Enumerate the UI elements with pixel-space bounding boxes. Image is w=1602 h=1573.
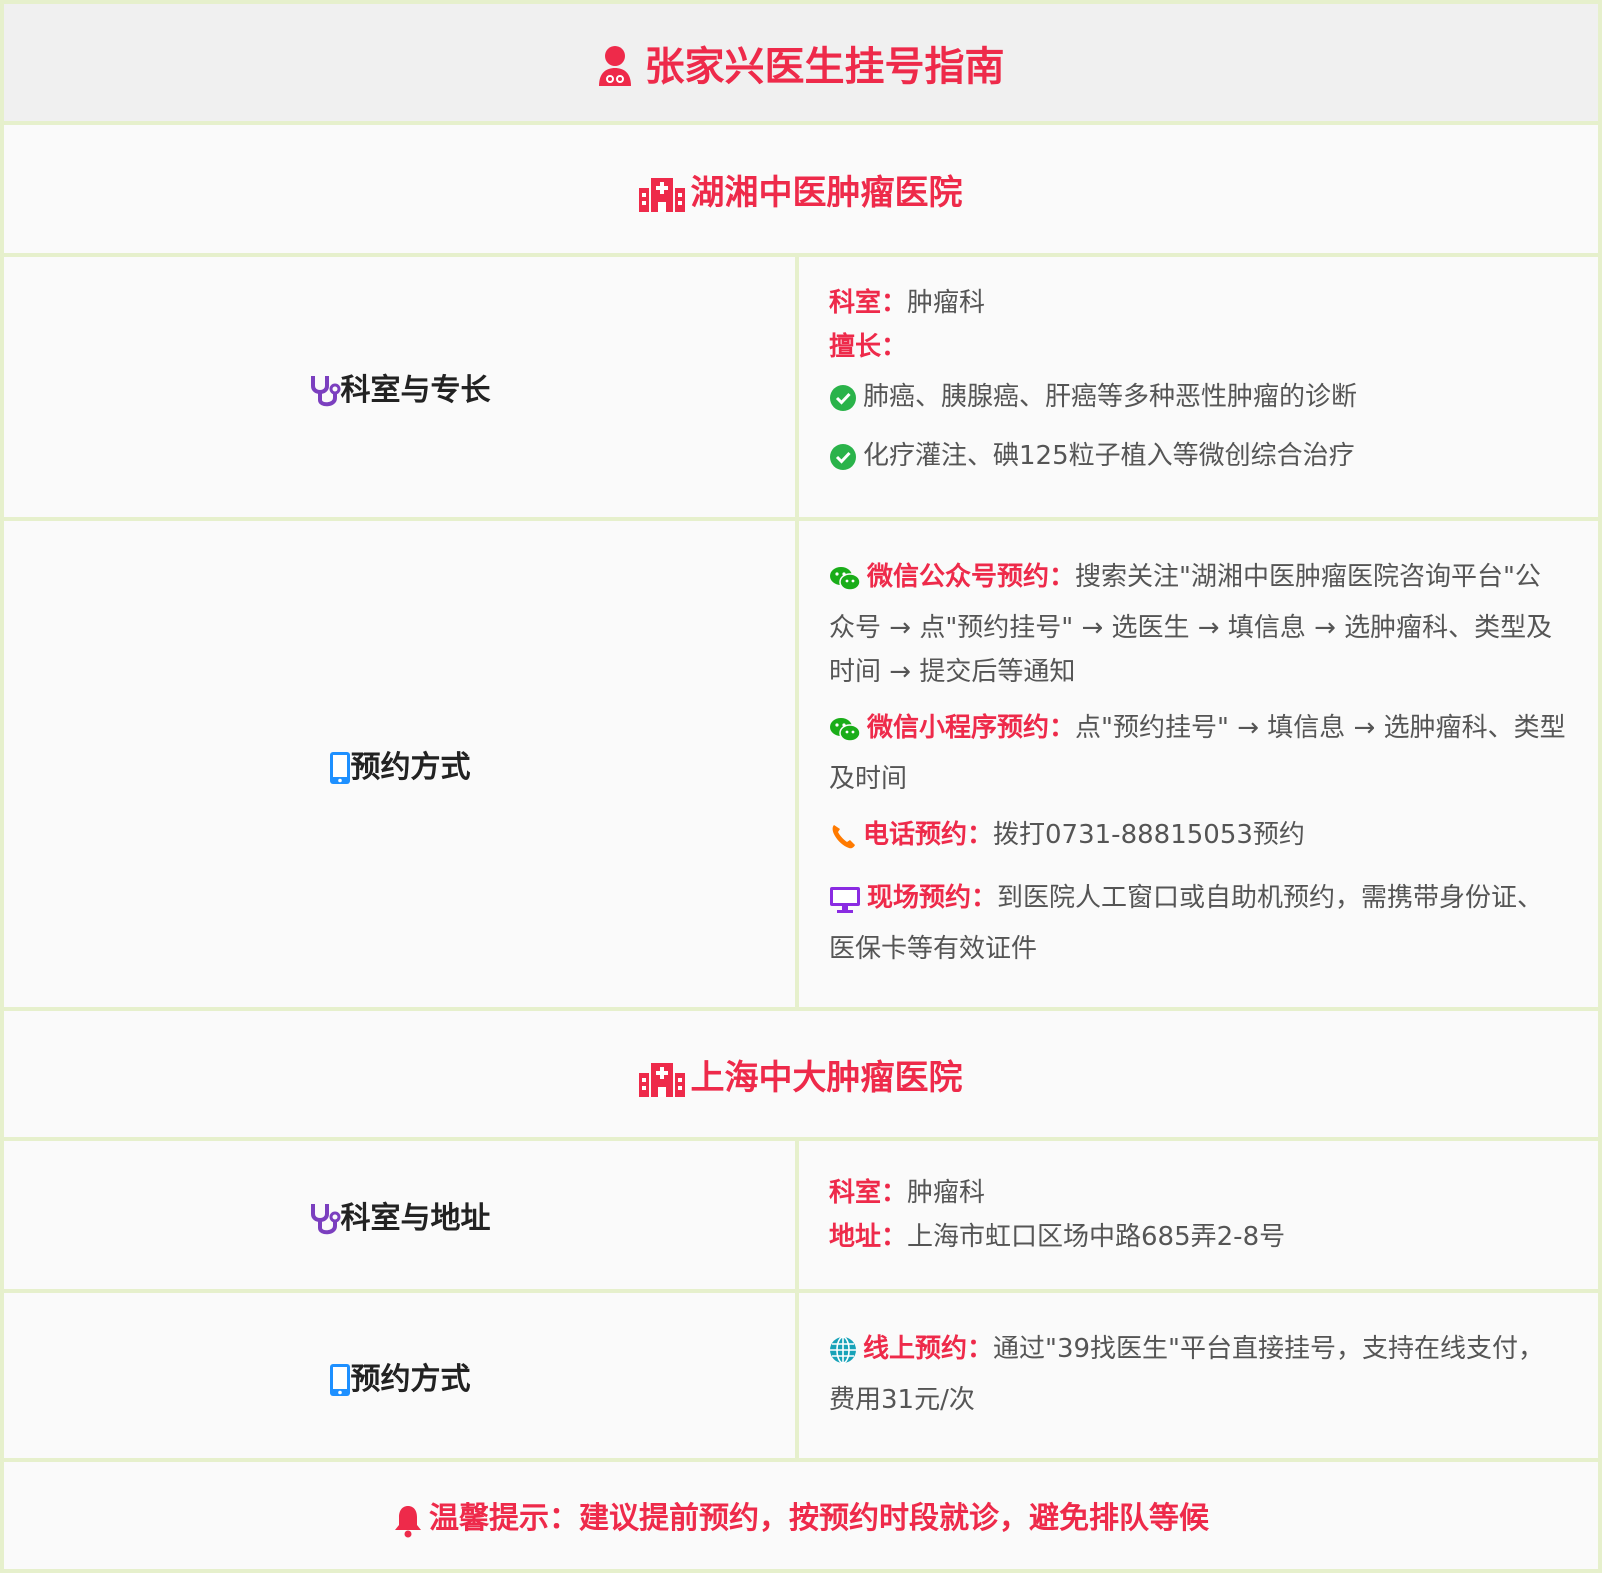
stethoscope-icon bbox=[309, 374, 341, 408]
dept-info-cell: 科室：肿瘤科 地址：上海市虹口区场中路685弄2-8号 bbox=[795, 1137, 1602, 1293]
wechat-icon bbox=[829, 562, 861, 606]
hospital-header-row: 湖湘中医肿瘤医院 bbox=[0, 121, 1602, 257]
dept-key: 科室： bbox=[829, 288, 908, 318]
mobile-icon bbox=[329, 751, 351, 785]
address-key: 地址： bbox=[829, 1222, 908, 1252]
hospital-icon bbox=[639, 1059, 686, 1097]
globe-icon bbox=[829, 1334, 857, 1378]
booking-info-cell: 微信公众号预约：搜索关注"湖湘中医肿瘤医院咨询平台"公众号 → 点"预约挂号" … bbox=[795, 517, 1602, 1011]
wechat-icon bbox=[829, 713, 861, 757]
booking-method: 线上预约：通过"39找医生"平台直接挂号，支持在线支付，费用31元/次 bbox=[829, 1327, 1566, 1422]
check-circle-icon bbox=[829, 382, 857, 426]
booking-method: 现场预约：到医院人工窗口或自助机预约，需携带身份证、医保卡等有效证件 bbox=[829, 876, 1566, 971]
dept-value: 肿瘤科 bbox=[907, 288, 986, 318]
phone-icon bbox=[829, 820, 857, 864]
booking-label-cell: 预约方式 bbox=[0, 1289, 799, 1462]
dept-label-cell: 科室与地址 bbox=[0, 1137, 799, 1293]
specialty-line: 擅长： bbox=[829, 325, 1566, 369]
dept-line: 科室：肿瘤科 bbox=[829, 1171, 1566, 1215]
page-title: 张家兴医生挂号指南 bbox=[644, 43, 1005, 90]
hospital-icon bbox=[639, 174, 686, 212]
booking-method-text: 拨打0731-88815053预约 bbox=[993, 820, 1305, 850]
dept-info-cell: 科室：肿瘤科 擅长： 肺癌、胰腺癌、肝癌等多种恶性肿瘤的诊断 化疗灌注、碘125… bbox=[795, 253, 1602, 521]
dept-key: 科室： bbox=[829, 1178, 908, 1208]
address-value: 上海市虹口区场中路685弄2-8号 bbox=[907, 1222, 1286, 1252]
list-item: 肺癌、胰腺癌、肝癌等多种恶性肿瘤的诊断 bbox=[829, 375, 1566, 426]
specialty-item: 肺癌、胰腺癌、肝癌等多种恶性肿瘤的诊断 bbox=[863, 382, 1358, 412]
booking-method-key: 现场预约： bbox=[867, 883, 998, 913]
booking-method-key: 线上预约： bbox=[863, 1334, 994, 1364]
tip-row: 温馨提示：建议提前预约，按预约时段就诊，避免排队等候 bbox=[0, 1458, 1602, 1573]
booking-label: 预约方式 bbox=[350, 750, 471, 785]
hospital-name: 上海中大肿瘤医院 bbox=[690, 1057, 963, 1098]
mobile-icon bbox=[329, 1363, 351, 1397]
address-line: 地址：上海市虹口区场中路685弄2-8号 bbox=[829, 1215, 1566, 1259]
guide-table: 张家兴医生挂号指南 湖湘中医肿瘤医院 科室与专长 科室：肿瘤科 擅长： 肺癌、胰… bbox=[0, 0, 1602, 1573]
booking-method: 微信小程序预约：点"预约挂号" → 填信息 → 选肿瘤科、类型及时间 bbox=[829, 706, 1566, 801]
booking-method-key: 微信公众号预约： bbox=[867, 562, 1076, 592]
dept-label: 科室与地址 bbox=[340, 1201, 491, 1236]
doctor-icon bbox=[597, 44, 633, 86]
booking-method: 电话预约：拨打0731-88815053预约 bbox=[829, 813, 1566, 864]
tip-text: 温馨提示：建议提前预约，按预约时段就诊，避免排队等候 bbox=[429, 1501, 1209, 1536]
specialty-item: 化疗灌注、碘125粒子植入等微创综合治疗 bbox=[863, 441, 1355, 471]
booking-info-cell: 线上预约：通过"39找医生"平台直接挂号，支持在线支付，费用31元/次 bbox=[795, 1289, 1602, 1462]
dept-value: 肿瘤科 bbox=[907, 1178, 986, 1208]
booking-method-key: 电话预约： bbox=[863, 820, 994, 850]
booking-label-cell: 预约方式 bbox=[0, 517, 799, 1011]
hospital-header-row: 上海中大肿瘤医院 bbox=[0, 1007, 1602, 1141]
stethoscope-icon bbox=[309, 1202, 341, 1236]
bell-icon bbox=[393, 1504, 423, 1538]
booking-method-key: 微信小程序预约： bbox=[867, 713, 1076, 743]
desktop-icon bbox=[829, 883, 861, 927]
guide-title-row: 张家兴医生挂号指南 bbox=[0, 0, 1602, 125]
specialty-key: 擅长： bbox=[829, 332, 908, 362]
registration-guide: 张家兴医生挂号指南 湖湘中医肿瘤医院 科室与专长 科室：肿瘤科 擅长： 肺癌、胰… bbox=[0, 0, 1602, 1573]
dept-line: 科室：肿瘤科 bbox=[829, 281, 1566, 325]
dept-label: 科室与专长 bbox=[340, 373, 491, 408]
booking-method: 微信公众号预约：搜索关注"湖湘中医肿瘤医院咨询平台"公众号 → 点"预约挂号" … bbox=[829, 555, 1566, 694]
list-item: 化疗灌注、碘125粒子植入等微创综合治疗 bbox=[829, 434, 1566, 485]
check-circle-icon bbox=[829, 441, 857, 485]
booking-label: 预约方式 bbox=[350, 1361, 471, 1397]
dept-label-cell: 科室与专长 bbox=[0, 253, 799, 521]
hospital-name: 湖湘中医肿瘤医院 bbox=[690, 172, 963, 213]
